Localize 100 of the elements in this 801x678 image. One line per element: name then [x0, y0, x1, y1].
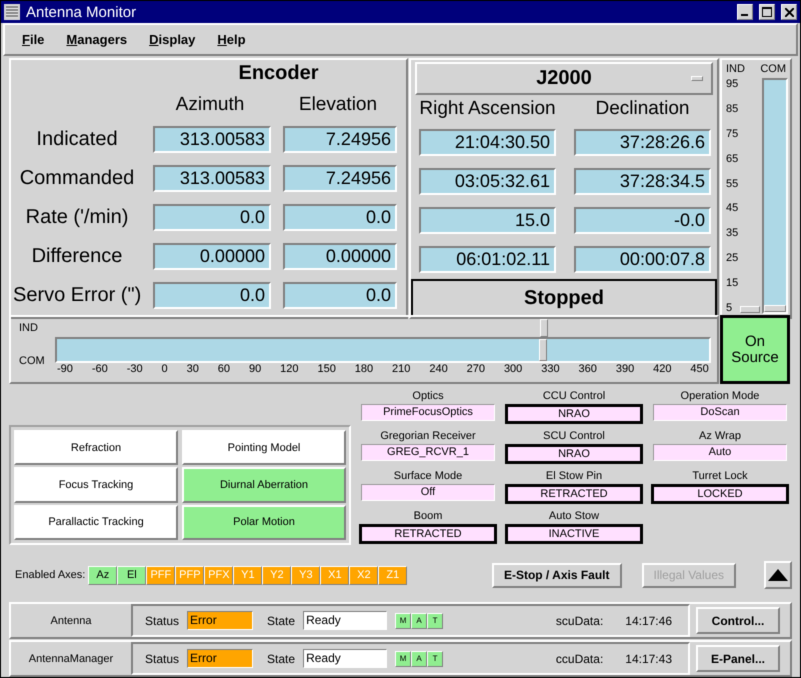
status-display: Stopped	[411, 279, 717, 317]
column-header: Declination	[596, 98, 690, 120]
tick-label: 390	[616, 363, 634, 375]
menu-item[interactable]: File	[22, 32, 44, 47]
status-value: NRAO	[505, 444, 643, 464]
toggle-button[interactable]: Polar Motion	[182, 504, 346, 540]
axis-indicator: X2	[349, 566, 378, 584]
frame-dropdown[interactable]: J2000	[415, 62, 713, 95]
manager-button[interactable]: Control...	[696, 607, 780, 634]
axis-indicator: X1	[320, 566, 350, 584]
value-field: 7.24956	[283, 165, 397, 192]
collapse-button[interactable]	[764, 561, 792, 589]
tick-label: 25	[726, 252, 738, 264]
ind-slider-thumb[interactable]	[540, 319, 548, 337]
flag-indicator: T	[427, 612, 444, 628]
timestamp: 14:17:46	[625, 614, 672, 628]
tick-label: 120	[280, 363, 299, 375]
status-label: El Stow Pin	[546, 470, 602, 484]
minimize-button[interactable]	[737, 4, 753, 20]
tick-label: 65	[726, 152, 738, 165]
axis-indicator: Z1	[378, 566, 408, 584]
toggle-button[interactable]: Pointing Model	[182, 430, 346, 466]
state-field: Ready	[303, 611, 388, 630]
status-field: Error	[187, 611, 254, 630]
axis-indicator: Y3	[291, 566, 320, 584]
axes-label: Enabled Axes:	[15, 569, 86, 581]
value-field: 313.00583	[153, 126, 271, 153]
com-slider-thumb[interactable]	[539, 339, 548, 361]
flag-indicator: M	[395, 650, 412, 666]
manager-name: AntennaManager	[28, 652, 114, 664]
com-slider-thumb[interactable]	[764, 305, 786, 312]
flag-indicator: A	[411, 650, 428, 666]
tick-label: 150	[317, 363, 336, 375]
tick-label: 210	[392, 363, 410, 375]
triangle-up-icon	[768, 569, 788, 581]
status-label: Optics	[412, 390, 444, 404]
tick-label: 95	[726, 78, 738, 90]
status-label: Turret Lock	[692, 470, 748, 484]
value-field: 21:04:30.50	[419, 129, 556, 156]
tick-label: 180	[354, 363, 374, 375]
menu-icon[interactable]	[4, 4, 20, 20]
column-header: Right Ascension	[419, 98, 556, 120]
meter-label: IND	[726, 63, 745, 75]
manager-button[interactable]: E-Panel...	[696, 645, 780, 672]
menu-item[interactable]: Help	[217, 32, 246, 47]
value-field: 15.0	[419, 207, 556, 234]
status-value: Off	[361, 484, 495, 501]
axis-indicator: PFP	[175, 566, 204, 584]
value-field: 0.00000	[283, 243, 397, 270]
tick-label: -30	[126, 363, 143, 375]
tick-label: 270	[466, 363, 485, 375]
action-button[interactable]: E-Stop / Axis Fault	[492, 562, 622, 588]
tick-label: -60	[92, 363, 108, 375]
row-label: Indicated	[35, 128, 119, 151]
close-icon	[784, 8, 794, 16]
toggle-button[interactable]: Focus Tracking	[14, 467, 178, 503]
tick-label: 0	[162, 363, 168, 375]
tick-label: 85	[726, 102, 738, 115]
close-button[interactable]	[781, 4, 797, 20]
slider-label: IND	[19, 322, 39, 334]
column-header: Azimuth	[176, 94, 244, 116]
tick-label: 360	[578, 363, 597, 375]
status-value: NRAO	[505, 404, 643, 424]
axis-indicator: Y2	[262, 566, 292, 584]
menu-item[interactable]: Display	[149, 32, 196, 47]
status-field: Error	[187, 649, 254, 668]
data-label: ccuData:	[556, 652, 604, 666]
value-field: 0.0	[283, 282, 397, 309]
status-value: Auto	[653, 444, 787, 461]
status-label: Auto Stow	[548, 510, 600, 524]
status-value: INACTIVE	[505, 524, 643, 544]
toggle-button[interactable]: Parallactic Tracking	[14, 504, 178, 540]
tick-label: 240	[429, 363, 448, 375]
slider-label: COM	[19, 355, 46, 367]
status-value: DoScan	[653, 404, 787, 421]
row-label: Difference	[30, 245, 124, 268]
data-label: scuData:	[556, 614, 604, 628]
axis-indicator: Az	[88, 566, 118, 584]
menu-item[interactable]: Managers	[66, 32, 128, 47]
axis-indicator: El	[117, 566, 146, 584]
value-field: 7.24956	[283, 126, 397, 153]
status-label: Gregorian Receiver	[380, 430, 476, 444]
value-field: 37:28:26.6	[574, 129, 711, 156]
toggle-button[interactable]: Refraction	[14, 430, 178, 466]
column-header: Elevation	[298, 94, 378, 116]
tick-label: 55	[726, 178, 738, 190]
value-field: 313.00583	[153, 165, 271, 192]
tick-label: 300	[504, 363, 522, 375]
tick-label: 330	[541, 363, 560, 375]
status-value: GREG_RCVR_1	[361, 444, 495, 461]
maximize-icon	[762, 7, 772, 17]
maximize-button[interactable]	[759, 4, 775, 20]
tick-label: -90	[57, 363, 73, 375]
panel-title: Encoder	[237, 61, 320, 86]
flag-indicator: M	[395, 612, 412, 628]
field-label: State	[267, 614, 296, 628]
status-value: LOCKED	[651, 484, 789, 504]
status-value: RETRACTED	[505, 484, 643, 504]
toggle-button[interactable]: Diurnal Aberration	[182, 467, 346, 503]
ind-slider-thumb[interactable]	[740, 306, 760, 313]
